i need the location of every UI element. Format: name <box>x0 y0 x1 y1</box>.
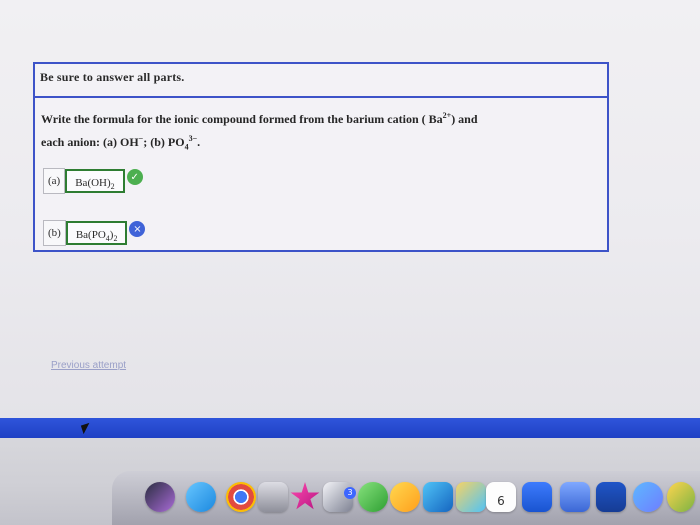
safari-icon[interactable] <box>186 482 216 512</box>
calendar-icon[interactable]: 6 <box>486 482 516 512</box>
answer-b-main: Ba(PO <box>75 229 106 241</box>
maps-icon[interactable] <box>456 482 486 512</box>
grid-icon[interactable] <box>596 482 626 512</box>
chat-icon[interactable] <box>390 482 420 512</box>
barium-charge: 2+ <box>442 111 452 120</box>
answer-a-main: Ba(OH) <box>75 177 111 189</box>
answer-row-b: (b) Ba(PO4)2 × <box>43 219 146 247</box>
question-prompt: Write the formula for the ionic compound… <box>41 106 597 157</box>
notes-icon[interactable] <box>522 482 552 512</box>
answer-a-subscript: 2 <box>110 182 115 192</box>
question-panel: Be sure to answer all parts. Write the f… <box>33 62 609 252</box>
instruction-text: Be sure to answer all parts. <box>40 70 185 84</box>
prompt-line2-prefix: each anion: (a) OH <box>41 135 139 149</box>
answer-b-subscript-2: 2 <box>113 234 118 244</box>
answer-a-field[interactable]: Ba(OH)2 <box>65 169 125 193</box>
folder-icon[interactable] <box>560 482 590 512</box>
prompt-line2-middle: ; (b) PO <box>143 135 185 149</box>
calendar-day: 6 <box>497 494 505 508</box>
instruction-row: Be sure to answer all parts. <box>35 64 607 98</box>
photos-icon[interactable] <box>423 482 453 512</box>
trash-icon[interactable] <box>258 482 288 512</box>
prompt-line-1: Write the formula for the ionic compound… <box>41 106 597 129</box>
part-b-label: (b) <box>43 220 66 246</box>
prompt-line1-prefix: Write the formula for the ionic compound… <box>41 112 443 126</box>
launchpad-icon[interactable] <box>145 482 175 512</box>
check-symbol: ✓ <box>130 171 139 183</box>
x-icon: × <box>129 221 146 237</box>
check-icon: ✓ <box>126 169 143 185</box>
prompt-line2-suffix: . <box>197 135 201 149</box>
browser-content: Be sure to answer all parts. Write the f… <box>0 0 700 420</box>
messages-badge: 3 <box>344 487 356 499</box>
phosphate-charge: 3− <box>188 134 198 143</box>
phosphate-subscript: 4 <box>184 142 189 152</box>
previous-attempt-link[interactable]: Previous attempt <box>51 360 126 371</box>
chrome-icon[interactable] <box>226 482 256 512</box>
answer-row-a: (a) Ba(OH)2 ✓ <box>43 167 143 195</box>
answer-b-field[interactable]: Ba(PO4)2 <box>65 221 128 245</box>
prompt-line-2: each anion: (a) OH−; (b) PO43−. <box>41 129 597 157</box>
part-a-label: (a) <box>43 168 66 194</box>
messages-icon[interactable] <box>358 482 388 512</box>
prompt-line1-suffix: ) and <box>451 112 478 126</box>
x-symbol: × <box>133 223 142 235</box>
music-icon[interactable] <box>633 482 663 512</box>
blue-bottom-bar <box>0 418 700 438</box>
store-icon[interactable] <box>667 482 695 512</box>
